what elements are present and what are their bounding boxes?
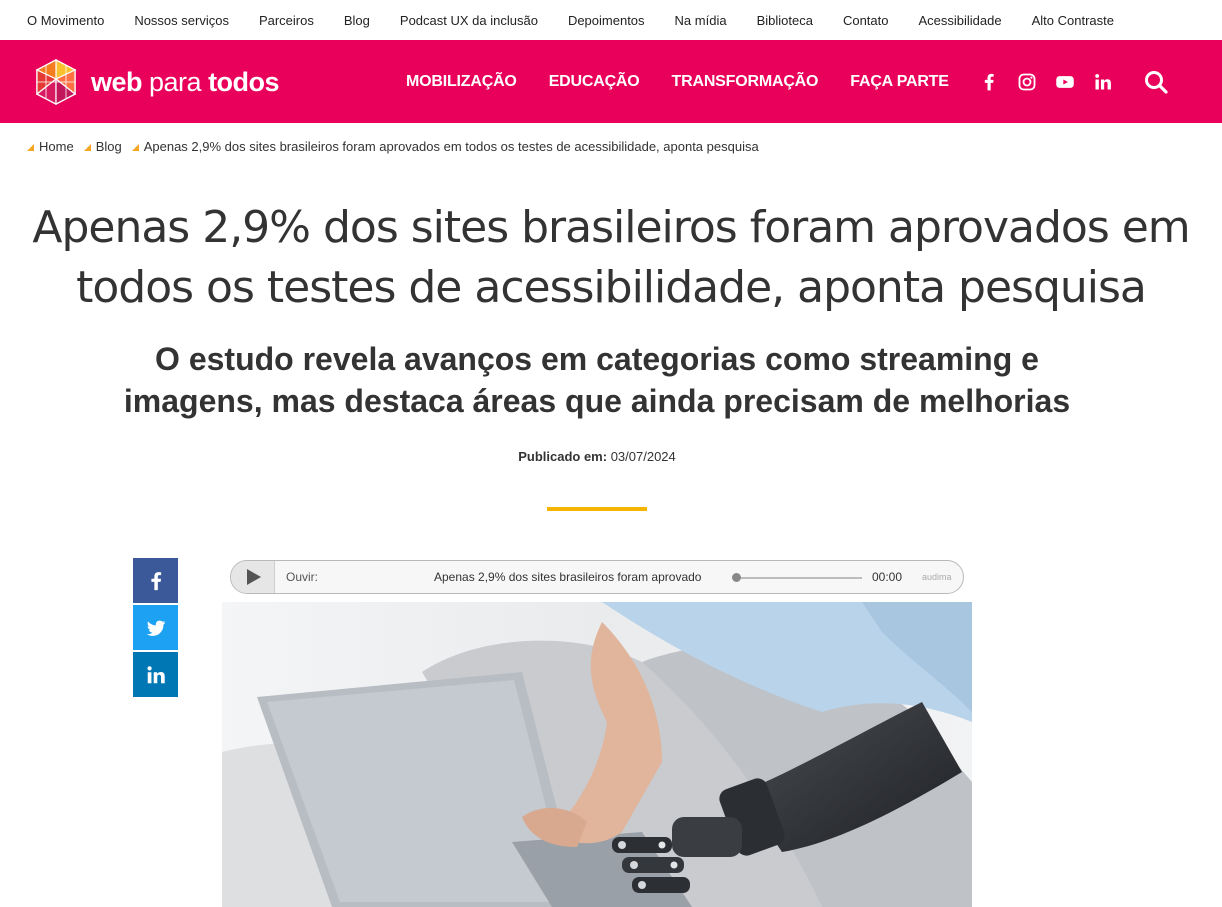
nav-mobilizacao[interactable]: MOBILIZAÇÃO bbox=[406, 73, 517, 91]
youtube-icon[interactable] bbox=[1054, 71, 1076, 93]
page-subtitle: O estudo revela avanços em categorias co… bbox=[0, 338, 1194, 422]
share-facebook-button[interactable] bbox=[133, 558, 178, 603]
player-time: 00:00 bbox=[872, 570, 903, 584]
util-link-parceiros[interactable]: Parceiros bbox=[259, 13, 314, 28]
share-linkedin-button[interactable] bbox=[133, 652, 178, 697]
player-brand: audima bbox=[922, 572, 952, 582]
logo-text: web para todos bbox=[91, 66, 280, 98]
title-line-1: Apenas 2,9% dos sites brasileiros foram … bbox=[32, 202, 1190, 253]
player-label: Ouvir: bbox=[286, 570, 319, 584]
image-icon bbox=[222, 602, 972, 907]
facebook-icon bbox=[150, 571, 161, 590]
play-button[interactable] bbox=[231, 561, 275, 593]
publish-date-value: 03/07/2024 bbox=[610, 449, 676, 464]
logo-word-para: para bbox=[142, 66, 209, 97]
breadcrumb-label: Blog bbox=[95, 138, 122, 154]
instagram-icon[interactable] bbox=[1016, 71, 1038, 93]
nav-educacao[interactable]: EDUCAÇÃO bbox=[549, 73, 640, 91]
share-twitter-button[interactable] bbox=[133, 605, 178, 650]
hero-image bbox=[222, 602, 972, 907]
logo-word-web: web bbox=[91, 66, 143, 97]
utility-nav: O Movimento Nossos serviços Parceiros Bl… bbox=[0, 0, 1222, 40]
title-line-2: todos os testes de acessibilidade, apont… bbox=[76, 262, 1147, 313]
util-link-contato[interactable]: Contato bbox=[843, 13, 889, 28]
page-title: Apenas 2,9% dos sites brasileiros foram … bbox=[0, 198, 1222, 318]
util-link-podcast[interactable]: Podcast UX da inclusão bbox=[400, 13, 538, 28]
main-nav: MOBILIZAÇÃO EDUCAÇÃO TRANSFORMAÇÃO FAÇA … bbox=[406, 40, 949, 123]
play-icon bbox=[247, 569, 261, 585]
twitter-icon bbox=[146, 620, 165, 636]
nav-transformacao[interactable]: TRANSFORMAÇÃO bbox=[672, 73, 819, 91]
util-link-blog[interactable]: Blog bbox=[344, 13, 370, 28]
util-link-acessibilidade[interactable]: Acessibilidade bbox=[919, 13, 1002, 28]
search-icon[interactable] bbox=[1143, 69, 1169, 95]
util-link-alto-contraste[interactable]: Alto Contraste bbox=[1032, 13, 1114, 28]
breadcrumb-marker-icon bbox=[27, 144, 34, 151]
geodesic-logo-icon bbox=[35, 59, 77, 105]
title-divider bbox=[547, 507, 647, 511]
breadcrumb-home[interactable]: Home bbox=[27, 139, 74, 154]
audio-player: Ouvir: Apenas 2,9% dos sites brasileiros… bbox=[230, 560, 964, 594]
subtitle-line-2: imagens, mas destaca áreas que ainda pre… bbox=[123, 383, 1071, 419]
main-header: web para todos MOBILIZAÇÃO EDUCAÇÃO TRAN… bbox=[0, 40, 1222, 123]
util-link-na-midia[interactable]: Na mídia bbox=[675, 13, 727, 28]
nav-faca-parte[interactable]: FAÇA PARTE bbox=[850, 73, 949, 91]
site-logo[interactable]: web para todos bbox=[31, 56, 280, 108]
breadcrumb-label: Apenas 2,9% dos sites brasileiros foram … bbox=[143, 138, 759, 154]
breadcrumb-current: Apenas 2,9% dos sites brasileiros foram … bbox=[131, 138, 759, 154]
breadcrumb-label: Home bbox=[39, 138, 74, 154]
breadcrumb: Home Blog Apenas 2,9% dos sites brasilei… bbox=[27, 137, 769, 155]
breadcrumb-blog[interactable]: Blog bbox=[83, 138, 122, 154]
util-link-biblioteca[interactable]: Biblioteca bbox=[757, 13, 813, 28]
share-buttons bbox=[133, 558, 178, 699]
breadcrumb-marker-icon bbox=[83, 144, 91, 151]
breadcrumb-marker-icon bbox=[131, 144, 139, 151]
publish-date: Publicado em: 03/07/2024 bbox=[0, 449, 1194, 464]
progress-track[interactable] bbox=[736, 577, 862, 579]
logo-word-todos: todos bbox=[208, 66, 280, 97]
linkedin-icon bbox=[146, 665, 165, 683]
subtitle-line-1: O estudo revela avanços em categorias co… bbox=[155, 341, 1039, 377]
util-link-o-movimento[interactable]: O Movimento bbox=[27, 13, 104, 28]
progress-handle[interactable] bbox=[732, 573, 741, 582]
player-title: Apenas 2,9% dos sites brasileiros foram … bbox=[434, 570, 702, 584]
social-links bbox=[978, 40, 1130, 123]
util-link-servicos[interactable]: Nossos serviços bbox=[134, 13, 229, 28]
facebook-icon[interactable] bbox=[978, 71, 1000, 93]
publish-date-label: Publicado em: bbox=[518, 449, 608, 464]
util-link-depoimentos[interactable]: Depoimentos bbox=[568, 13, 645, 28]
linkedin-icon[interactable] bbox=[1092, 71, 1114, 93]
